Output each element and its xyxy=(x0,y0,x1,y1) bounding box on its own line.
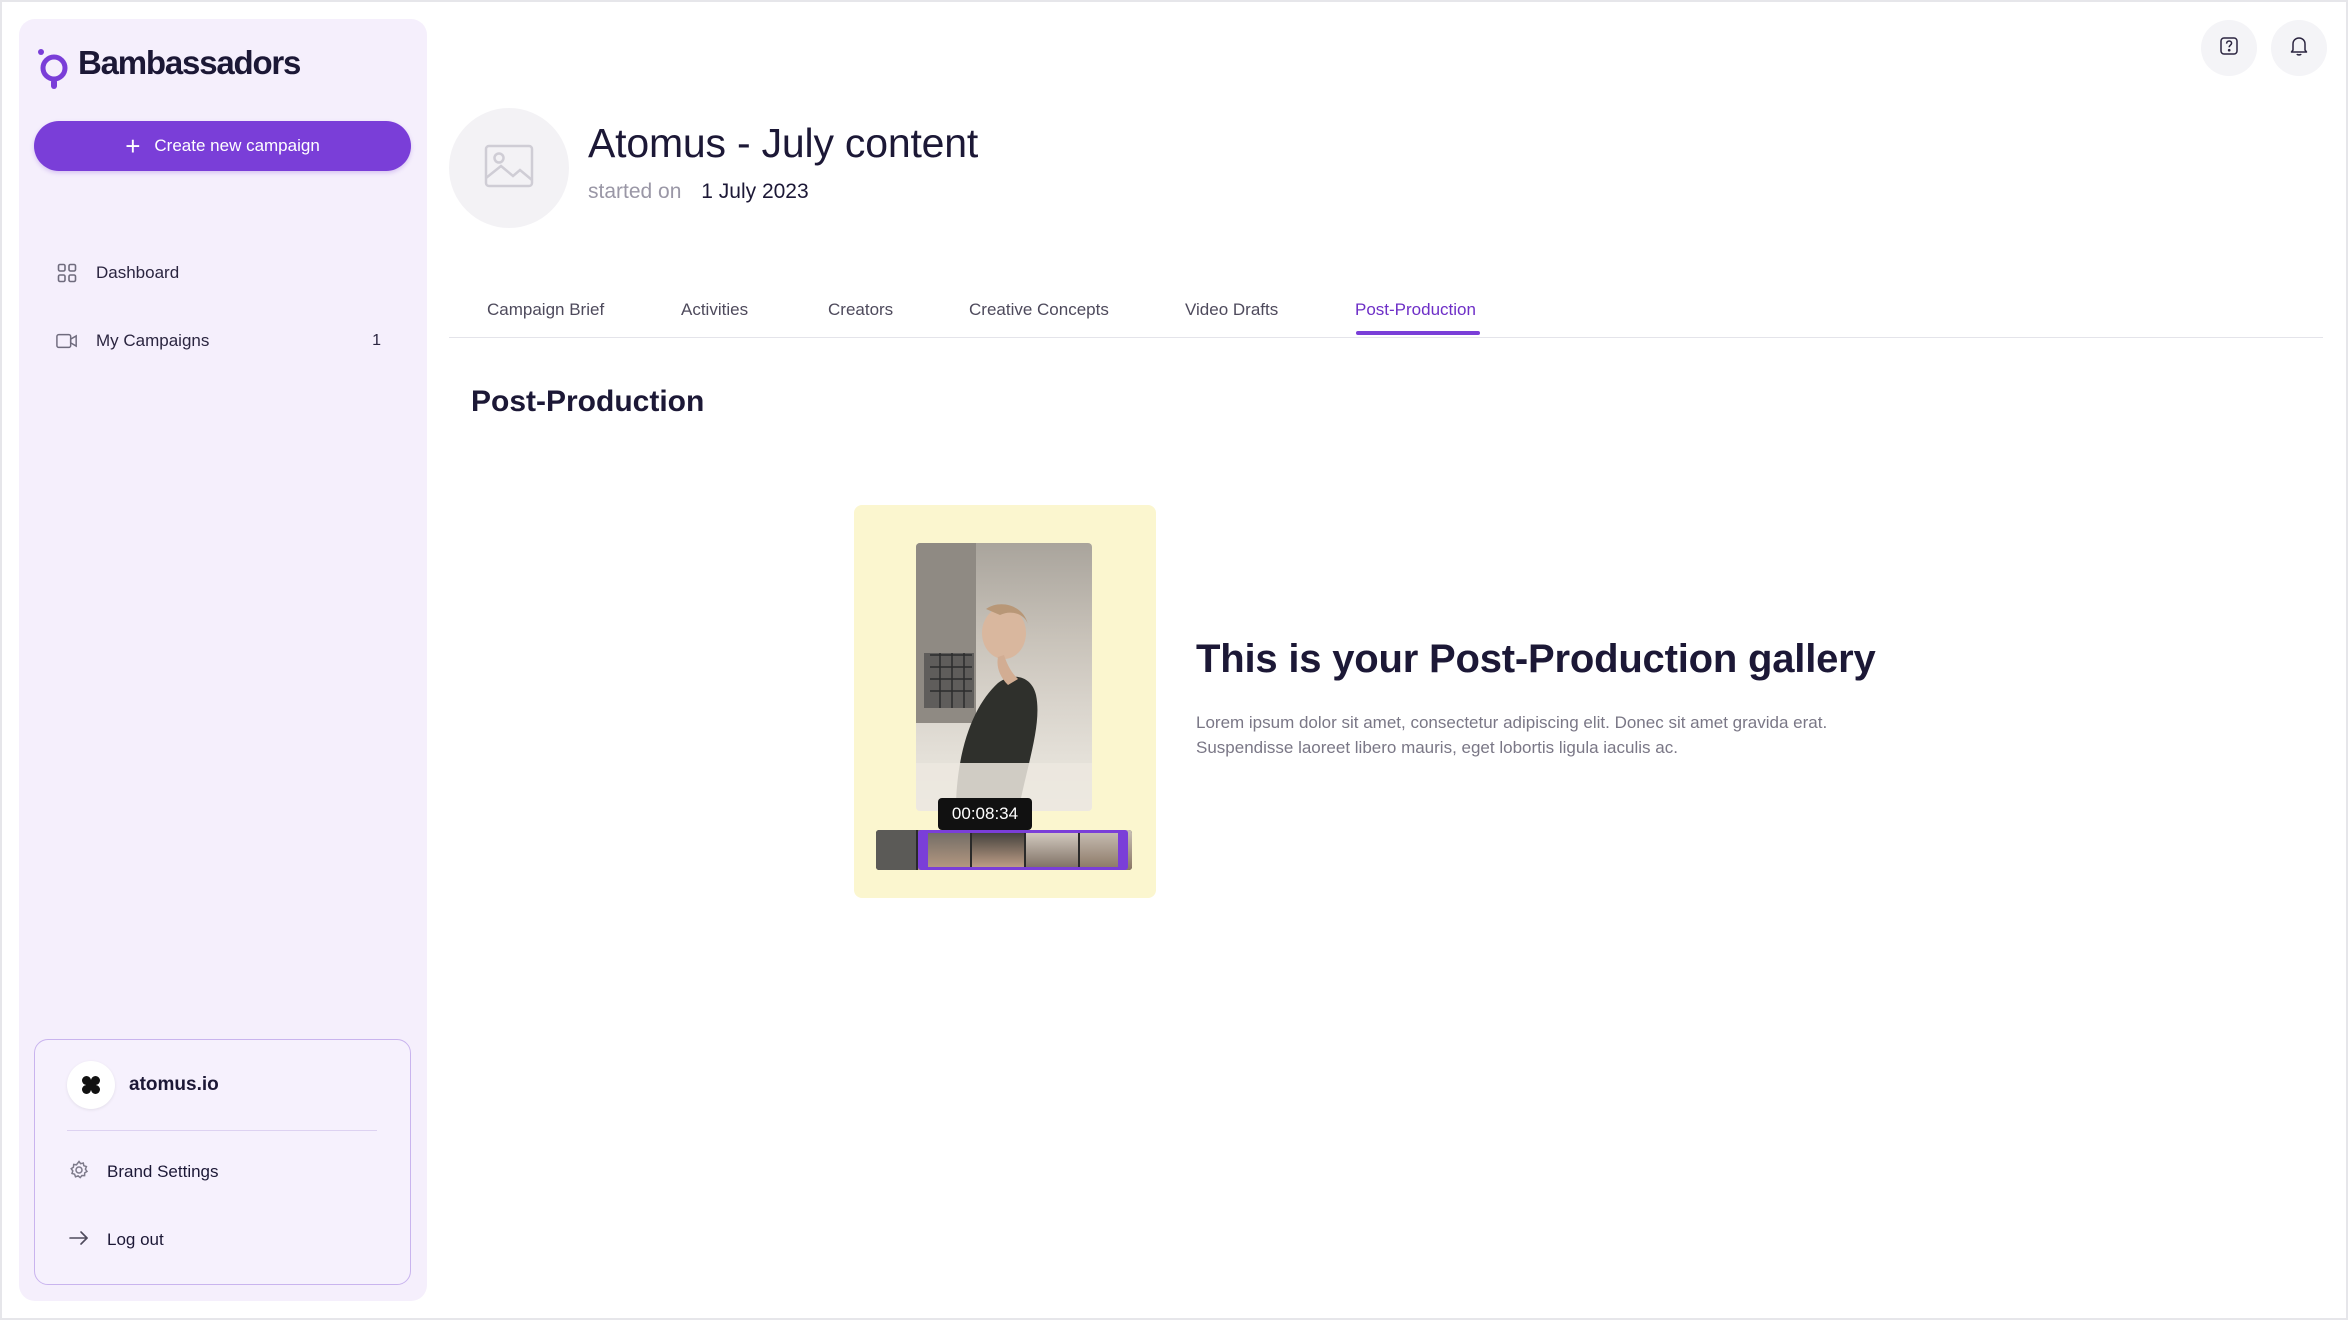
account-card: atomus.io Brand Settings Log out xyxy=(34,1039,411,1285)
tab-activities[interactable]: Activities xyxy=(681,300,748,320)
campaign-title: Atomus - July content xyxy=(588,120,979,166)
sidebar-item-label: My Campaigns xyxy=(96,331,210,350)
sidebar-item-dashboard[interactable]: Dashboard xyxy=(34,250,411,296)
campaign-count-badge: 1 xyxy=(372,332,381,349)
brand-settings-label: Brand Settings xyxy=(107,1162,219,1181)
divider xyxy=(67,1130,377,1131)
video-preview-image xyxy=(916,543,1092,811)
account-name: atomus.io xyxy=(129,1074,219,1095)
section-title: Post-Production xyxy=(471,385,705,418)
brand-name: Bambassadors xyxy=(78,44,301,81)
logout-label: Log out xyxy=(107,1230,164,1249)
account-avatar xyxy=(67,1061,115,1109)
notifications-button[interactable] xyxy=(2271,20,2327,76)
atomus-logo-icon xyxy=(82,1076,100,1094)
campaign-tabs: Campaign Brief Activities Creators Creat… xyxy=(449,290,2323,338)
started-label: started on xyxy=(588,180,682,203)
arrow-right-icon xyxy=(69,1230,89,1251)
gallery-heading: This is your Post-Production gallery xyxy=(1196,637,1876,681)
sidebar: Bambassadors + Create new campaign Dashb… xyxy=(19,19,427,1301)
help-button[interactable] xyxy=(2201,20,2257,76)
sidebar-item-my-campaigns[interactable]: My Campaigns 1 xyxy=(34,318,411,364)
tab-creative-concepts[interactable]: Creative Concepts xyxy=(969,300,1109,320)
video-timeline xyxy=(876,830,1132,870)
brand-logo[interactable]: Bambassadors xyxy=(34,33,301,93)
create-campaign-button[interactable]: + Create new campaign xyxy=(34,121,411,171)
brand-settings-link[interactable]: Brand Settings xyxy=(69,1152,219,1192)
tab-video-drafts[interactable]: Video Drafts xyxy=(1185,300,1278,320)
tab-post-production[interactable]: Post-Production xyxy=(1355,300,1476,320)
account-switcher[interactable]: atomus.io xyxy=(67,1060,219,1110)
sidebar-item-label: Dashboard xyxy=(96,263,180,282)
bambassadors-logo-icon xyxy=(34,33,74,93)
image-placeholder-icon xyxy=(484,144,534,193)
create-campaign-label: Create new campaign xyxy=(154,136,320,155)
plus-icon: + xyxy=(125,131,141,161)
campaign-start-info: started on 1 July 2023 xyxy=(588,180,809,204)
grid-icon xyxy=(56,262,78,284)
tab-creators[interactable]: Creators xyxy=(828,300,893,320)
gallery-description: Lorem ipsum dolor sit amet, consectetur … xyxy=(1196,713,1828,757)
video-timestamp: 00:08:34 xyxy=(938,798,1032,830)
logout-link[interactable]: Log out xyxy=(69,1220,164,1260)
tab-campaign-brief[interactable]: Campaign Brief xyxy=(487,300,604,320)
campaign-image-placeholder[interactable] xyxy=(449,108,569,228)
bell-icon xyxy=(2289,35,2309,62)
active-tab-indicator xyxy=(1356,331,1480,335)
help-icon xyxy=(2219,36,2239,61)
trim-handles xyxy=(918,830,1128,870)
started-date: 1 July 2023 xyxy=(701,180,809,203)
gallery-illustration: 00:08:34 xyxy=(854,505,1156,898)
gear-icon xyxy=(69,1159,89,1185)
video-camera-icon xyxy=(56,330,78,352)
